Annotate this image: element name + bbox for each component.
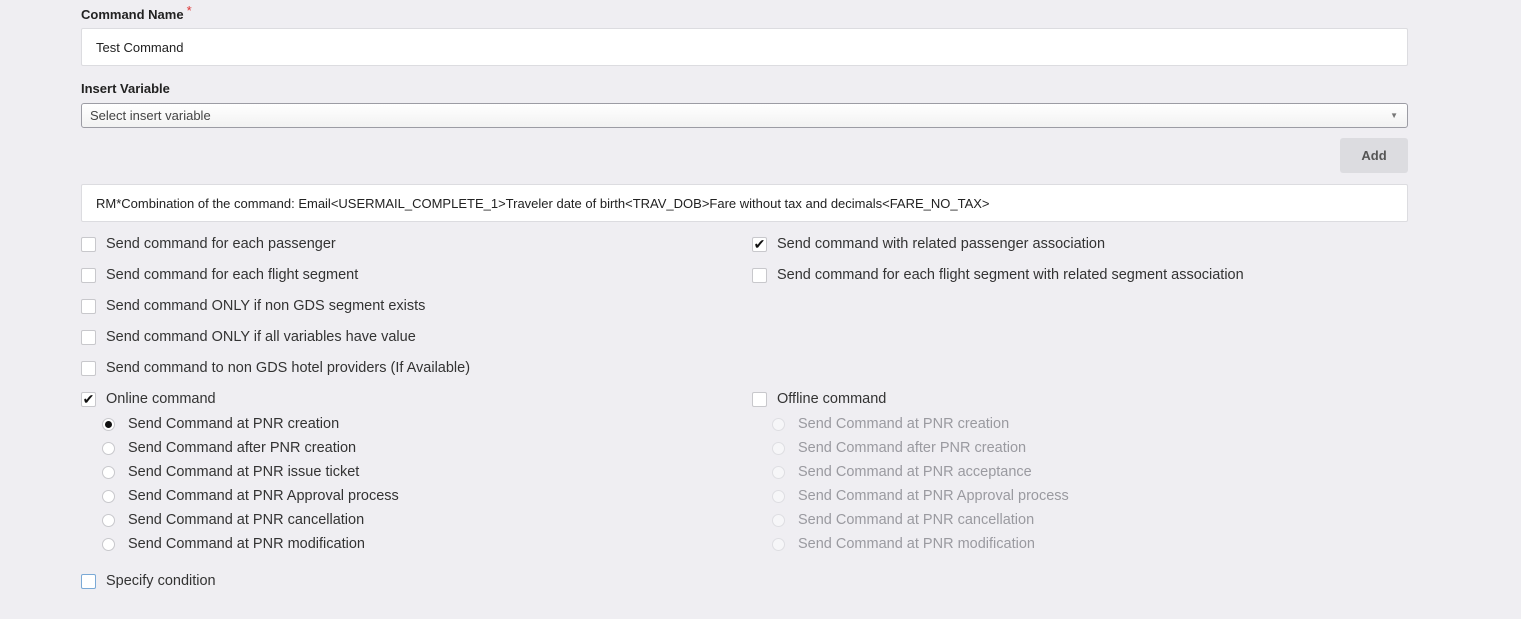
online-command-checkbox[interactable]: ✔ — [81, 391, 96, 407]
option-left-label: Send command ONLY if non GDS segment exi… — [106, 298, 426, 314]
radio-button — [772, 441, 785, 455]
specify-condition-label: Specify condition — [106, 573, 216, 589]
online-radio-3[interactable]: Send Command at PNR Approval process — [102, 488, 399, 504]
option-right-label: Send command for each flight segment wit… — [777, 267, 1244, 283]
online-radio-label: Send Command at PNR creation — [128, 416, 340, 432]
radio-button[interactable] — [102, 489, 115, 503]
insert-variable-selected: Select insert variable — [90, 108, 211, 123]
command-name-label: Command Name * — [81, 3, 192, 22]
required-mark: * — [186, 3, 192, 18]
offline-radio-2: Send Command at PNR acceptance — [772, 464, 1032, 480]
offline-radio-label: Send Command at PNR cancellation — [798, 512, 1035, 528]
radio-button — [772, 537, 785, 551]
insert-variable-label: Insert Variable — [81, 81, 170, 96]
radio-button — [772, 465, 785, 479]
offline-command-checkbox[interactable] — [752, 391, 767, 407]
option-right-0[interactable]: ✔ Send command with related passenger ass… — [752, 236, 1105, 252]
offline-radio-label: Send Command at PNR modification — [798, 536, 1035, 552]
radio-button[interactable] — [102, 537, 115, 551]
option-right-checkbox[interactable] — [752, 267, 767, 283]
radio-button[interactable] — [102, 441, 115, 455]
option-left-label: Send command ONLY if all variables have … — [106, 329, 416, 345]
online-radio-label: Send Command at PNR cancellation — [128, 512, 365, 528]
radio-button[interactable] — [102, 417, 115, 431]
option-left-checkbox[interactable] — [81, 298, 96, 314]
online-radio-label: Send Command at PNR Approval process — [128, 488, 399, 504]
specify-condition-checkbox[interactable] — [81, 573, 96, 589]
add-button[interactable]: Add — [1340, 138, 1408, 173]
option-left-2[interactable]: Send command ONLY if non GDS segment exi… — [81, 298, 425, 314]
offline-radio-4: Send Command at PNR cancellation — [772, 512, 1034, 528]
command-text-value: RM*Combination of the command: Email<USE… — [96, 195, 990, 211]
online-radio-4[interactable]: Send Command at PNR cancellation — [102, 512, 364, 528]
online-radio-1[interactable]: Send Command after PNR creation — [102, 440, 356, 456]
offline-command-label: Offline command — [777, 391, 887, 407]
online-radio-label: Send Command after PNR creation — [128, 440, 357, 456]
online-radio-label: Send Command at PNR issue ticket — [128, 464, 360, 480]
option-left-label: Send command for each passenger — [106, 236, 336, 252]
radio-button[interactable] — [102, 513, 115, 527]
option-right-checkbox[interactable]: ✔ — [752, 236, 767, 252]
online-radio-5[interactable]: Send Command at PNR modification — [102, 536, 365, 552]
command-name-input[interactable]: Test Command — [81, 28, 1408, 66]
online-command-option[interactable]: ✔ Online command — [81, 391, 216, 407]
offline-radio-label: Send Command at PNR Approval process — [798, 488, 1069, 504]
offline-radio-label: Send Command at PNR acceptance — [798, 464, 1032, 480]
option-right-1[interactable]: Send command for each flight segment wit… — [752, 267, 1244, 283]
online-radio-label: Send Command at PNR modification — [128, 536, 365, 552]
option-left-1[interactable]: Send command for each flight segment — [81, 267, 358, 283]
offline-command-option[interactable]: Offline command — [752, 391, 886, 407]
option-left-label: Send command to non GDS hotel providers … — [106, 360, 471, 376]
option-left-checkbox[interactable] — [81, 360, 96, 376]
option-left-checkbox[interactable] — [81, 236, 96, 252]
option-left-checkbox[interactable] — [81, 329, 96, 345]
radio-button[interactable] — [102, 465, 115, 479]
check-icon: ✔ — [82, 391, 95, 407]
option-left-label: Send command for each flight segment — [106, 267, 359, 283]
specify-condition-option[interactable]: Specify condition — [81, 573, 216, 589]
radio-button — [772, 513, 785, 527]
option-left-checkbox[interactable] — [81, 267, 96, 283]
offline-radio-3: Send Command at PNR Approval process — [772, 488, 1069, 504]
command-text-input[interactable]: RM*Combination of the command: Email<USE… — [81, 184, 1408, 222]
option-left-0[interactable]: Send command for each passenger — [81, 236, 336, 252]
radio-selected-dot — [105, 420, 112, 428]
offline-radio-5: Send Command at PNR modification — [772, 536, 1035, 552]
online-radio-2[interactable]: Send Command at PNR issue ticket — [102, 464, 359, 480]
option-left-4[interactable]: Send command to non GDS hotel providers … — [81, 360, 470, 376]
option-right-label: Send command with related passenger asso… — [777, 236, 1106, 252]
radio-button — [772, 489, 785, 503]
online-radio-0[interactable]: Send Command at PNR creation — [102, 416, 339, 432]
chevron-down-icon: ▼ — [1390, 111, 1398, 120]
command-name-value: Test Command — [96, 39, 184, 55]
check-icon: ✔ — [753, 236, 766, 252]
offline-radio-0: Send Command at PNR creation — [772, 416, 1009, 432]
offline-radio-1: Send Command after PNR creation — [772, 440, 1026, 456]
command-name-label-text: Command Name — [81, 7, 184, 22]
insert-variable-select[interactable]: Select insert variable ▼ — [81, 103, 1408, 128]
radio-button — [772, 417, 785, 431]
online-command-label: Online command — [106, 391, 216, 407]
offline-radio-label: Send Command after PNR creation — [798, 440, 1027, 456]
option-left-3[interactable]: Send command ONLY if all variables have … — [81, 329, 416, 345]
offline-radio-label: Send Command at PNR creation — [798, 416, 1010, 432]
